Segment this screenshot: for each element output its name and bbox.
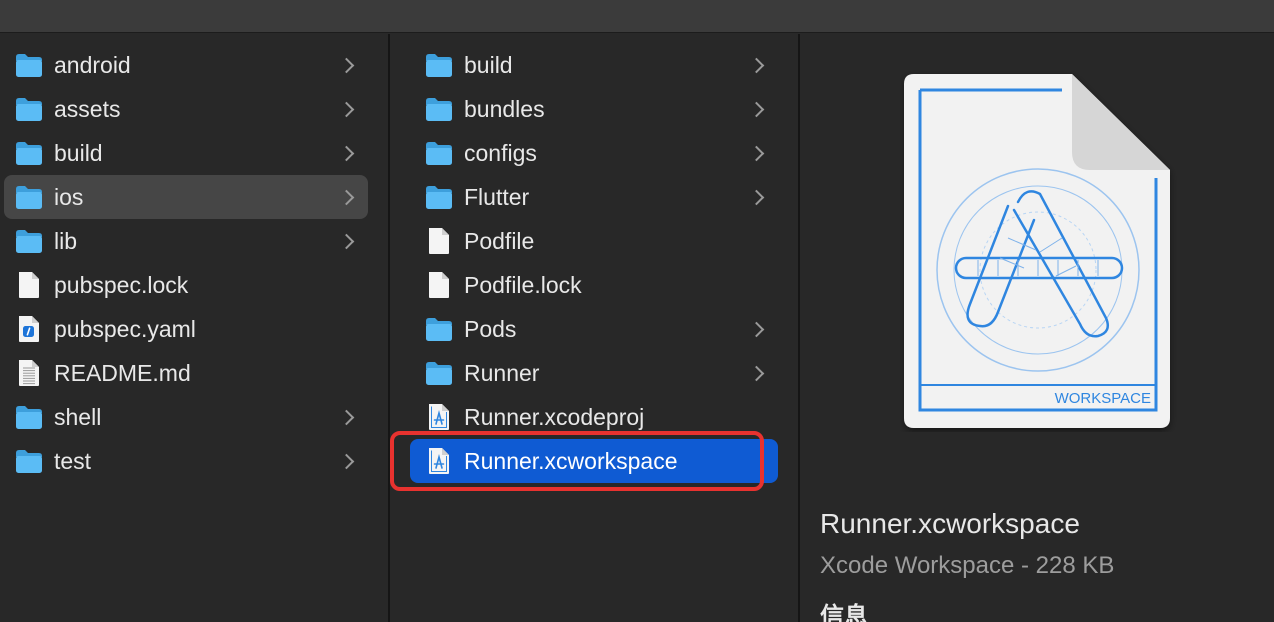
folder-icon <box>14 138 44 168</box>
chevron-right-icon <box>748 55 768 75</box>
document-icon <box>14 270 44 300</box>
folder-icon <box>424 182 454 212</box>
file-row-readme-md[interactable]: README.md <box>4 351 368 395</box>
file-row-shell[interactable]: shell <box>4 395 368 439</box>
text-file-icon <box>14 358 44 388</box>
file-name-label: pubspec.yaml <box>54 315 196 342</box>
file-name-label: pubspec.lock <box>54 271 189 298</box>
file-name-label: configs <box>464 139 537 166</box>
document-icon <box>424 270 454 300</box>
file-name-label: lib <box>54 227 78 254</box>
file-name-label: build <box>464 51 513 78</box>
preview-file-kind-size: Xcode Workspace - 228 KB <box>820 552 1115 579</box>
folder-icon <box>424 314 454 344</box>
file-name-label: Podfile.lock <box>464 271 582 298</box>
chevron-right-icon <box>748 187 768 207</box>
file-name-label: Runner <box>464 359 540 386</box>
workspace-badge-text: WORKSPACE <box>1055 390 1151 407</box>
preview-file-name: Runner.xcworkspace <box>820 508 1080 539</box>
file-name-label: test <box>54 447 92 474</box>
file-name-label: Runner.xcodeproj <box>464 403 645 430</box>
file-row-test[interactable]: test <box>4 439 368 483</box>
column-ios: build bundles configs Flutter Podfile Podfile… <box>390 34 798 622</box>
file-name-label: README.md <box>54 359 191 386</box>
chevron-right-icon <box>748 143 768 163</box>
file-name-label: android <box>54 51 131 78</box>
folder-icon <box>14 226 44 256</box>
chevron-right-icon <box>748 99 768 119</box>
file-name-label: assets <box>54 95 121 122</box>
xcode-file-icon <box>424 402 454 432</box>
folder-icon <box>14 446 44 476</box>
window-toolbar <box>0 0 1274 33</box>
chevron-right-icon <box>338 187 358 207</box>
xcode-workspace-large-icon: WORKSPACE <box>904 74 1170 428</box>
file-name-label: ios <box>54 183 84 210</box>
file-row-runner[interactable]: Runner <box>410 351 778 395</box>
file-row-pods[interactable]: Pods <box>410 307 778 351</box>
file-name-label: build <box>54 139 103 166</box>
file-name-label: Pods <box>464 315 517 342</box>
chevron-right-icon <box>338 99 358 119</box>
file-row-build[interactable]: build <box>410 43 778 87</box>
file-row-configs[interactable]: configs <box>410 131 778 175</box>
folder-icon <box>14 182 44 212</box>
file-list-root: android assets build ios lib pubspec.lock pubs… <box>4 43 368 483</box>
document-icon <box>424 226 454 256</box>
folder-icon <box>424 138 454 168</box>
chevron-right-icon <box>338 143 358 163</box>
file-row-pubspec-yaml[interactable]: pubspec.yaml <box>4 307 368 351</box>
folder-icon <box>424 94 454 124</box>
file-row-ios[interactable]: ios <box>4 175 368 219</box>
file-row-build[interactable]: build <box>4 131 368 175</box>
file-list-ios: build bundles configs Flutter Podfile Podfile… <box>410 43 778 483</box>
file-row-podfile-lock[interactable]: Podfile.lock <box>410 263 778 307</box>
preview-pane: WORKSPACE Runner.xcworkspace Xcode Works… <box>800 34 1274 622</box>
chevron-right-icon <box>748 319 768 339</box>
file-row-android[interactable]: android <box>4 43 368 87</box>
chevron-right-icon <box>338 451 358 471</box>
folder-icon <box>14 50 44 80</box>
folder-icon <box>424 358 454 388</box>
chevron-right-icon <box>338 407 358 427</box>
file-row-assets[interactable]: assets <box>4 87 368 131</box>
folder-icon <box>14 402 44 432</box>
file-name-label: bundles <box>464 95 545 122</box>
file-row-flutter[interactable]: Flutter <box>410 175 778 219</box>
highlight-annotation-box <box>390 431 764 491</box>
folder-icon <box>14 94 44 124</box>
file-row-bundles[interactable]: bundles <box>410 87 778 131</box>
chevron-right-icon <box>748 363 768 383</box>
yaml-file-icon <box>14 314 44 344</box>
file-name-label: Flutter <box>464 183 530 210</box>
folder-icon <box>424 50 454 80</box>
column-project-root: android assets build ios lib pubspec.lock pubs… <box>0 34 388 622</box>
chevron-right-icon <box>338 55 358 75</box>
file-name-label: shell <box>54 403 102 430</box>
file-row-lib[interactable]: lib <box>4 219 368 263</box>
file-row-podfile[interactable]: Podfile <box>410 219 778 263</box>
file-row-pubspec-lock[interactable]: pubspec.lock <box>4 263 368 307</box>
chevron-right-icon <box>338 231 358 251</box>
file-name-label: Podfile <box>464 227 535 254</box>
preview-info-heading[interactable]: 信息 <box>820 596 868 622</box>
